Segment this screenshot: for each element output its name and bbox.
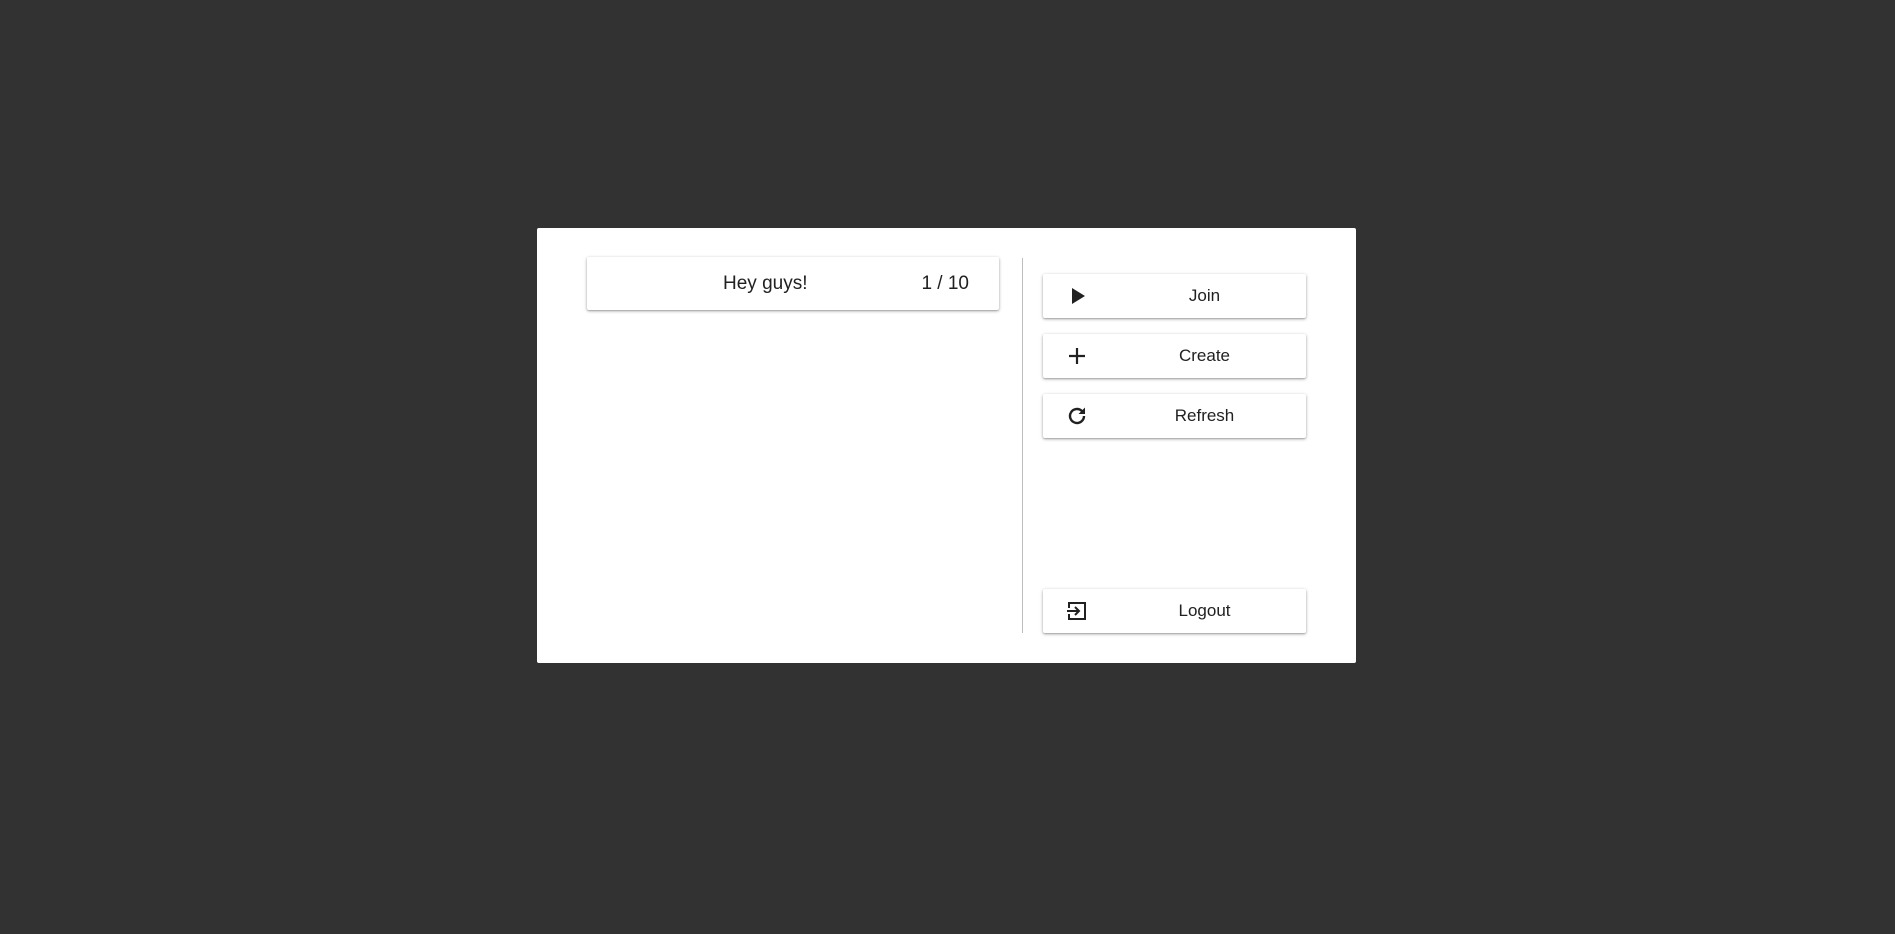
refresh-icon — [1065, 404, 1089, 428]
vertical-divider — [1022, 258, 1023, 633]
join-button-label: Join — [1188, 286, 1221, 305]
logout-button[interactable]: Logout — [1043, 589, 1306, 633]
refresh-button[interactable]: Refresh — [1043, 394, 1306, 438]
lobby-panel: Hey guys! 1 / 10 Join Create Refresh Log… — [537, 228, 1356, 663]
plus-icon — [1065, 344, 1089, 368]
refresh-button-label: Refresh — [1174, 406, 1235, 425]
join-button[interactable]: Join — [1043, 274, 1306, 318]
create-button-label: Create — [1178, 346, 1231, 365]
room-player-count: 1 / 10 — [921, 273, 969, 294]
logout-button-label: Logout — [1178, 601, 1231, 620]
room-list-item[interactable]: Hey guys! 1 / 10 — [587, 257, 999, 310]
logout-icon — [1065, 599, 1089, 623]
play-icon — [1065, 284, 1089, 308]
room-name: Hey guys! — [723, 273, 808, 294]
create-button[interactable]: Create — [1043, 334, 1306, 378]
